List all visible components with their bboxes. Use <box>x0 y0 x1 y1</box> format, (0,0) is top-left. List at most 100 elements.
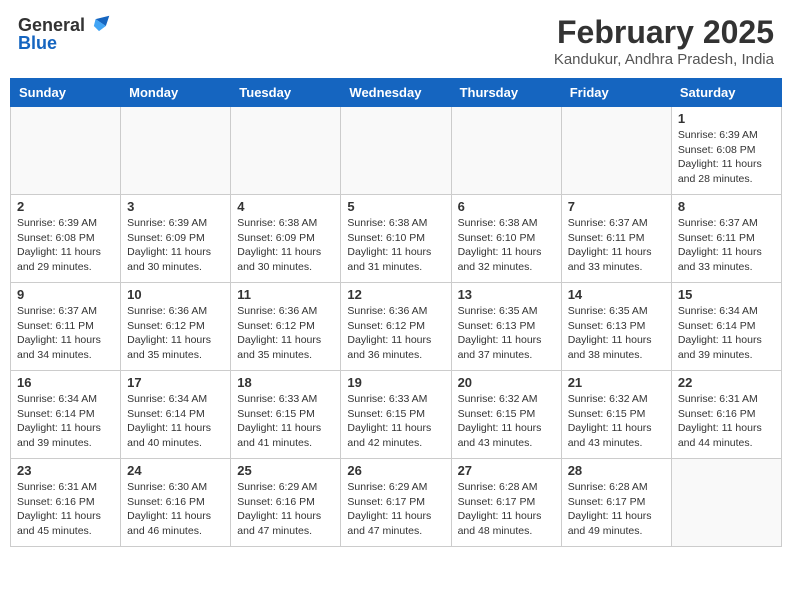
calendar-cell: 7 Sunrise: 6:37 AM Sunset: 6:11 PM Daylig… <box>561 195 671 283</box>
page-subtitle: Kandukur, Andhra Pradesh, India <box>554 51 774 68</box>
calendar-cell: 23Sunrise: 6:31 AM Sunset: 6:16 PM Dayli… <box>11 459 121 547</box>
calendar-cell <box>11 107 121 195</box>
day-info: Sunrise: 6:29 AM Sunset: 6:17 PM Dayligh… <box>347 480 444 539</box>
day-info: Sunrise: 6:37 AM Sunset: 6:11 PM Dayligh… <box>17 304 114 363</box>
day-info: Sunrise: 6:33 AM Sunset: 6:15 PM Dayligh… <box>237 392 334 451</box>
day-info: Sunrise: 6:36 AM Sunset: 6:12 PM Dayligh… <box>237 304 334 363</box>
day-number: 9 <box>17 287 114 302</box>
day-number: 16 <box>17 375 114 390</box>
day-info: Sunrise: 6:35 AM Sunset: 6:13 PM Dayligh… <box>458 304 555 363</box>
page-title: February 2025 <box>554 14 774 51</box>
day-number: 18 <box>237 375 334 390</box>
calendar-cell: 10 Sunrise: 6:36 AM Sunset: 6:12 PM Dayli… <box>121 283 231 371</box>
calendar-cell: 16 Sunrise: 6:34 AM Sunset: 6:14 PM Dayli… <box>11 371 121 459</box>
day-number: 21 <box>568 375 665 390</box>
day-number: 28 <box>568 463 665 478</box>
day-info: Sunrise: 6:36 AM Sunset: 6:12 PM Dayligh… <box>127 304 224 363</box>
calendar-cell: 6 Sunrise: 6:38 AM Sunset: 6:10 PM Daylig… <box>451 195 561 283</box>
weekday-header-sunday: Sunday <box>11 79 121 107</box>
day-info: Sunrise: 6:28 AM Sunset: 6:17 PM Dayligh… <box>568 480 665 539</box>
day-info: Sunrise: 6:29 AM Sunset: 6:16 PM Dayligh… <box>237 480 334 539</box>
calendar-cell: 22 Sunrise: 6:31 AM Sunset: 6:16 PM Dayli… <box>671 371 781 459</box>
day-number: 22 <box>678 375 775 390</box>
logo: General Blue <box>18 14 111 54</box>
calendar-cell: 25 Sunrise: 6:29 AM Sunset: 6:16 PM Dayli… <box>231 459 341 547</box>
weekday-header-row: SundayMondayTuesdayWednesdayThursdayFrid… <box>11 79 782 107</box>
day-number: 25 <box>237 463 334 478</box>
day-number: 26 <box>347 463 444 478</box>
day-number: 2 <box>17 199 114 214</box>
calendar-cell <box>561 107 671 195</box>
calendar-cell: 4 Sunrise: 6:38 AM Sunset: 6:09 PM Daylig… <box>231 195 341 283</box>
day-info: Sunrise: 6:34 AM Sunset: 6:14 PM Dayligh… <box>17 392 114 451</box>
weekday-header-monday: Monday <box>121 79 231 107</box>
day-info: Sunrise: 6:31 AM Sunset: 6:16 PM Dayligh… <box>678 392 775 451</box>
calendar-cell: 9 Sunrise: 6:37 AM Sunset: 6:11 PM Daylig… <box>11 283 121 371</box>
logo-bird-icon <box>87 14 111 38</box>
calendar-cell: 3 Sunrise: 6:39 AM Sunset: 6:09 PM Daylig… <box>121 195 231 283</box>
day-info: Sunrise: 6:34 AM Sunset: 6:14 PM Dayligh… <box>678 304 775 363</box>
calendar-cell <box>121 107 231 195</box>
calendar-cell: 17 Sunrise: 6:34 AM Sunset: 6:14 PM Dayli… <box>121 371 231 459</box>
day-number: 27 <box>458 463 555 478</box>
day-number: 7 <box>568 199 665 214</box>
day-number: 3 <box>127 199 224 214</box>
day-info: Sunrise: 6:35 AM Sunset: 6:13 PM Dayligh… <box>568 304 665 363</box>
title-block: February 2025 Kandukur, Andhra Pradesh, … <box>554 14 774 68</box>
day-number: 20 <box>458 375 555 390</box>
day-info: Sunrise: 6:36 AM Sunset: 6:12 PM Dayligh… <box>347 304 444 363</box>
calendar-cell: 2 Sunrise: 6:39 AM Sunset: 6:08 PM Daylig… <box>11 195 121 283</box>
day-number: 15 <box>678 287 775 302</box>
calendar-cell: 28 Sunrise: 6:28 AM Sunset: 6:17 PM Dayli… <box>561 459 671 547</box>
day-number: 17 <box>127 375 224 390</box>
calendar-table: SundayMondayTuesdayWednesdayThursdayFrid… <box>10 78 782 547</box>
week-row-4: 16 Sunrise: 6:34 AM Sunset: 6:14 PM Dayli… <box>11 371 782 459</box>
calendar-cell: 15 Sunrise: 6:34 AM Sunset: 6:14 PM Dayli… <box>671 283 781 371</box>
calendar-cell: 11Sunrise: 6:36 AM Sunset: 6:12 PM Dayli… <box>231 283 341 371</box>
week-row-3: 9 Sunrise: 6:37 AM Sunset: 6:11 PM Daylig… <box>11 283 782 371</box>
weekday-header-thursday: Thursday <box>451 79 561 107</box>
calendar-cell: 20 Sunrise: 6:32 AM Sunset: 6:15 PM Dayli… <box>451 371 561 459</box>
day-info: Sunrise: 6:39 AM Sunset: 6:09 PM Dayligh… <box>127 216 224 275</box>
day-number: 23 <box>17 463 114 478</box>
day-number: 24 <box>127 463 224 478</box>
calendar-cell: 1 Sunrise: 6:39 AM Sunset: 6:08 PM Daylig… <box>671 107 781 195</box>
calendar-cell <box>451 107 561 195</box>
calendar-cell: 14 Sunrise: 6:35 AM Sunset: 6:13 PM Dayli… <box>561 283 671 371</box>
day-info: Sunrise: 6:39 AM Sunset: 6:08 PM Dayligh… <box>17 216 114 275</box>
day-info: Sunrise: 6:39 AM Sunset: 6:08 PM Dayligh… <box>678 128 775 187</box>
weekday-header-tuesday: Tuesday <box>231 79 341 107</box>
day-number: 14 <box>568 287 665 302</box>
calendar-cell: 13 Sunrise: 6:35 AM Sunset: 6:13 PM Dayli… <box>451 283 561 371</box>
day-info: Sunrise: 6:37 AM Sunset: 6:11 PM Dayligh… <box>678 216 775 275</box>
day-info: Sunrise: 6:38 AM Sunset: 6:10 PM Dayligh… <box>458 216 555 275</box>
day-number: 5 <box>347 199 444 214</box>
day-number: 12 <box>347 287 444 302</box>
day-info: Sunrise: 6:38 AM Sunset: 6:10 PM Dayligh… <box>347 216 444 275</box>
day-number: 4 <box>237 199 334 214</box>
day-info: Sunrise: 6:34 AM Sunset: 6:14 PM Dayligh… <box>127 392 224 451</box>
day-number: 8 <box>678 199 775 214</box>
calendar-cell: 27 Sunrise: 6:28 AM Sunset: 6:17 PM Dayli… <box>451 459 561 547</box>
day-info: Sunrise: 6:33 AM Sunset: 6:15 PM Dayligh… <box>347 392 444 451</box>
week-row-2: 2 Sunrise: 6:39 AM Sunset: 6:08 PM Daylig… <box>11 195 782 283</box>
day-number: 10 <box>127 287 224 302</box>
page-header: General Blue February 2025 Kandukur, And… <box>10 10 782 72</box>
day-number: 6 <box>458 199 555 214</box>
calendar-cell: 18 Sunrise: 6:33 AM Sunset: 6:15 PM Dayli… <box>231 371 341 459</box>
day-info: Sunrise: 6:28 AM Sunset: 6:17 PM Dayligh… <box>458 480 555 539</box>
day-info: Sunrise: 6:38 AM Sunset: 6:09 PM Dayligh… <box>237 216 334 275</box>
calendar-cell <box>231 107 341 195</box>
calendar-cell: 8 Sunrise: 6:37 AM Sunset: 6:11 PM Daylig… <box>671 195 781 283</box>
day-info: Sunrise: 6:32 AM Sunset: 6:15 PM Dayligh… <box>458 392 555 451</box>
day-number: 13 <box>458 287 555 302</box>
calendar-cell: 12 Sunrise: 6:36 AM Sunset: 6:12 PM Dayli… <box>341 283 451 371</box>
calendar-cell: 26 Sunrise: 6:29 AM Sunset: 6:17 PM Dayli… <box>341 459 451 547</box>
calendar-cell: 19Sunrise: 6:33 AM Sunset: 6:15 PM Dayli… <box>341 371 451 459</box>
day-number: 1 <box>678 111 775 126</box>
day-info: Sunrise: 6:37 AM Sunset: 6:11 PM Dayligh… <box>568 216 665 275</box>
day-info: Sunrise: 6:32 AM Sunset: 6:15 PM Dayligh… <box>568 392 665 451</box>
day-info: Sunrise: 6:30 AM Sunset: 6:16 PM Dayligh… <box>127 480 224 539</box>
week-row-1: 1 Sunrise: 6:39 AM Sunset: 6:08 PM Daylig… <box>11 107 782 195</box>
calendar-cell: 24 Sunrise: 6:30 AM Sunset: 6:16 PM Dayli… <box>121 459 231 547</box>
